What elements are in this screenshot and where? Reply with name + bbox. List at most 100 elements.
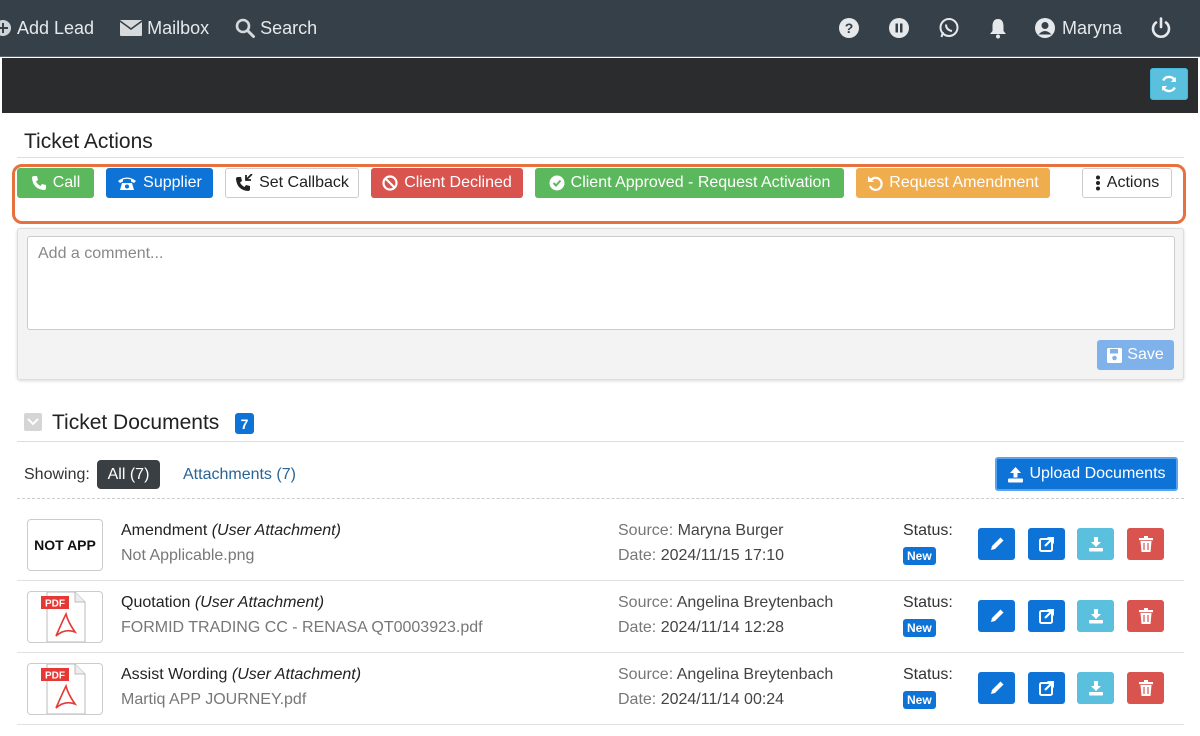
status-badge: New [903,619,936,637]
document-filename: Not Applicable.png [121,547,255,564]
filter-attachments-tab[interactable]: Attachments (7) [183,466,296,484]
open-document-button[interactable] [1028,600,1065,632]
actions-menu-button[interactable]: Actions [1082,168,1172,198]
filter-all-tab[interactable]: All (7) [97,460,160,489]
download-document-button[interactable] [1077,672,1114,704]
document-source: Source: Maryna Burger [618,522,783,540]
user-menu[interactable]: Maryna [1034,17,1122,39]
top-navbar: Add Lead Mailbox Search ? Maryna [0,0,1200,57]
document-date: Date: 2024/11/14 12:28 [618,619,784,637]
add-lead-label: Add Lead [17,17,95,38]
document-date: Date: 2024/11/14 00:24 [618,691,784,709]
document-row: PDF Quotation (User Attachment) FORMID T… [17,581,1184,653]
phone-callback-icon [236,174,253,191]
add-lead-link[interactable]: Add Lead [0,18,94,39]
divider [17,157,1184,158]
external-link-icon [1038,609,1054,624]
document-name: Quotation [121,594,191,611]
client-declined-button[interactable]: Client Declined [371,168,523,198]
edit-document-button[interactable] [978,600,1015,632]
documents-count-badge: 7 [235,413,254,434]
svg-text:?: ? [845,20,854,36]
call-button[interactable]: Call [17,168,94,198]
floppy-disk-icon [1107,347,1123,363]
trash-icon [1138,680,1153,696]
document-thumbnail[interactable]: NOT APP [27,519,103,571]
search-label: Search [260,17,318,38]
supplier-label: Supplier [143,174,202,191]
pdf-file-icon: PDF [41,592,86,642]
whatsapp-button[interactable] [938,17,960,39]
pdf-label: PDF [45,671,65,682]
delete-document-button[interactable] [1127,528,1164,560]
edit-document-button[interactable] [978,672,1015,704]
download-document-button[interactable] [1077,528,1114,560]
phone-icon [31,176,46,190]
document-title: Assist Wording (User Attachment) [121,666,361,684]
ticket-header-bar [2,58,1198,113]
document-thumbnail[interactable]: PDF [27,663,103,715]
envelope-icon [120,20,143,36]
document-name: Amendment [121,522,208,539]
document-date: Date: 2024/11/15 17:10 [618,547,784,565]
source-value: Angelina Breytenbach [676,666,834,683]
open-document-button[interactable] [1028,672,1065,704]
trash-icon [1138,608,1153,624]
document-kind: (User Attachment) [194,594,325,611]
supplier-button[interactable]: Supplier [106,168,213,198]
date-value: 2024/11/14 00:24 [660,691,785,708]
ticket-actions-title: Ticket Actions [24,130,153,153]
client-approved-button[interactable]: Client Approved - Request Activation [535,168,844,198]
document-title: Quotation (User Attachment) [121,594,324,612]
help-button[interactable]: ? [838,17,860,39]
edit-document-button[interactable] [978,528,1015,560]
pdf-label: PDF [45,599,65,610]
document-row: NOT APP Amendment (User Attachment) Not … [17,509,1184,581]
status-label: Status: [903,594,953,611]
document-kind: (User Attachment) [231,666,362,683]
pencil-icon [990,537,1003,550]
collapse-toggle[interactable] [24,413,42,431]
telephone-icon [118,177,137,190]
status-label: Status: [903,522,953,539]
date-label: Date: [618,691,657,708]
search-icon [235,18,256,38]
source-label: Source: [618,594,674,611]
logout-button[interactable] [1150,17,1172,39]
pause-button[interactable] [888,17,910,39]
dashed-divider [17,498,1184,499]
undo-icon [868,176,883,191]
save-comment-button[interactable]: Save [1097,340,1174,370]
trash-icon [1138,536,1153,552]
download-document-button[interactable] [1077,600,1114,632]
upload-documents-button[interactable]: Upload Documents [995,457,1178,491]
status-label: Status: [903,666,953,683]
set-callback-button[interactable]: Set Callback [225,168,359,198]
status-badge: New [903,691,936,709]
upload-icon [1008,466,1024,482]
document-row: PDF Assist Wording (User Attachment) Mar… [17,653,1184,725]
user-name: Maryna [1061,17,1122,38]
document-source: Source: Angelina Breytenbach [618,594,833,612]
request-amendment-button[interactable]: Request Amendment [856,168,1050,198]
mailbox-label: Mailbox [147,17,210,38]
comment-input[interactable] [27,236,1175,330]
open-document-button[interactable] [1028,528,1065,560]
delete-document-button[interactable] [1127,672,1164,704]
showing-label: Showing: [24,466,90,483]
pause-circle-icon [888,18,909,38]
divider [17,441,1184,442]
search-link[interactable]: Search [235,18,317,39]
kebab-menu-icon [1095,175,1100,191]
document-title: Amendment (User Attachment) [121,522,341,540]
external-link-icon [1038,537,1054,552]
refresh-button[interactable] [1150,68,1188,100]
download-icon [1088,681,1103,696]
date-value: 2024/11/15 17:10 [660,547,785,564]
request-amendment-label: Request Amendment [889,174,1039,191]
notifications-button[interactable] [988,17,1008,39]
status-badge: New [903,547,936,565]
delete-document-button[interactable] [1127,600,1164,632]
mailbox-link[interactable]: Mailbox [120,18,209,39]
document-thumbnail[interactable]: PDF [27,591,103,643]
